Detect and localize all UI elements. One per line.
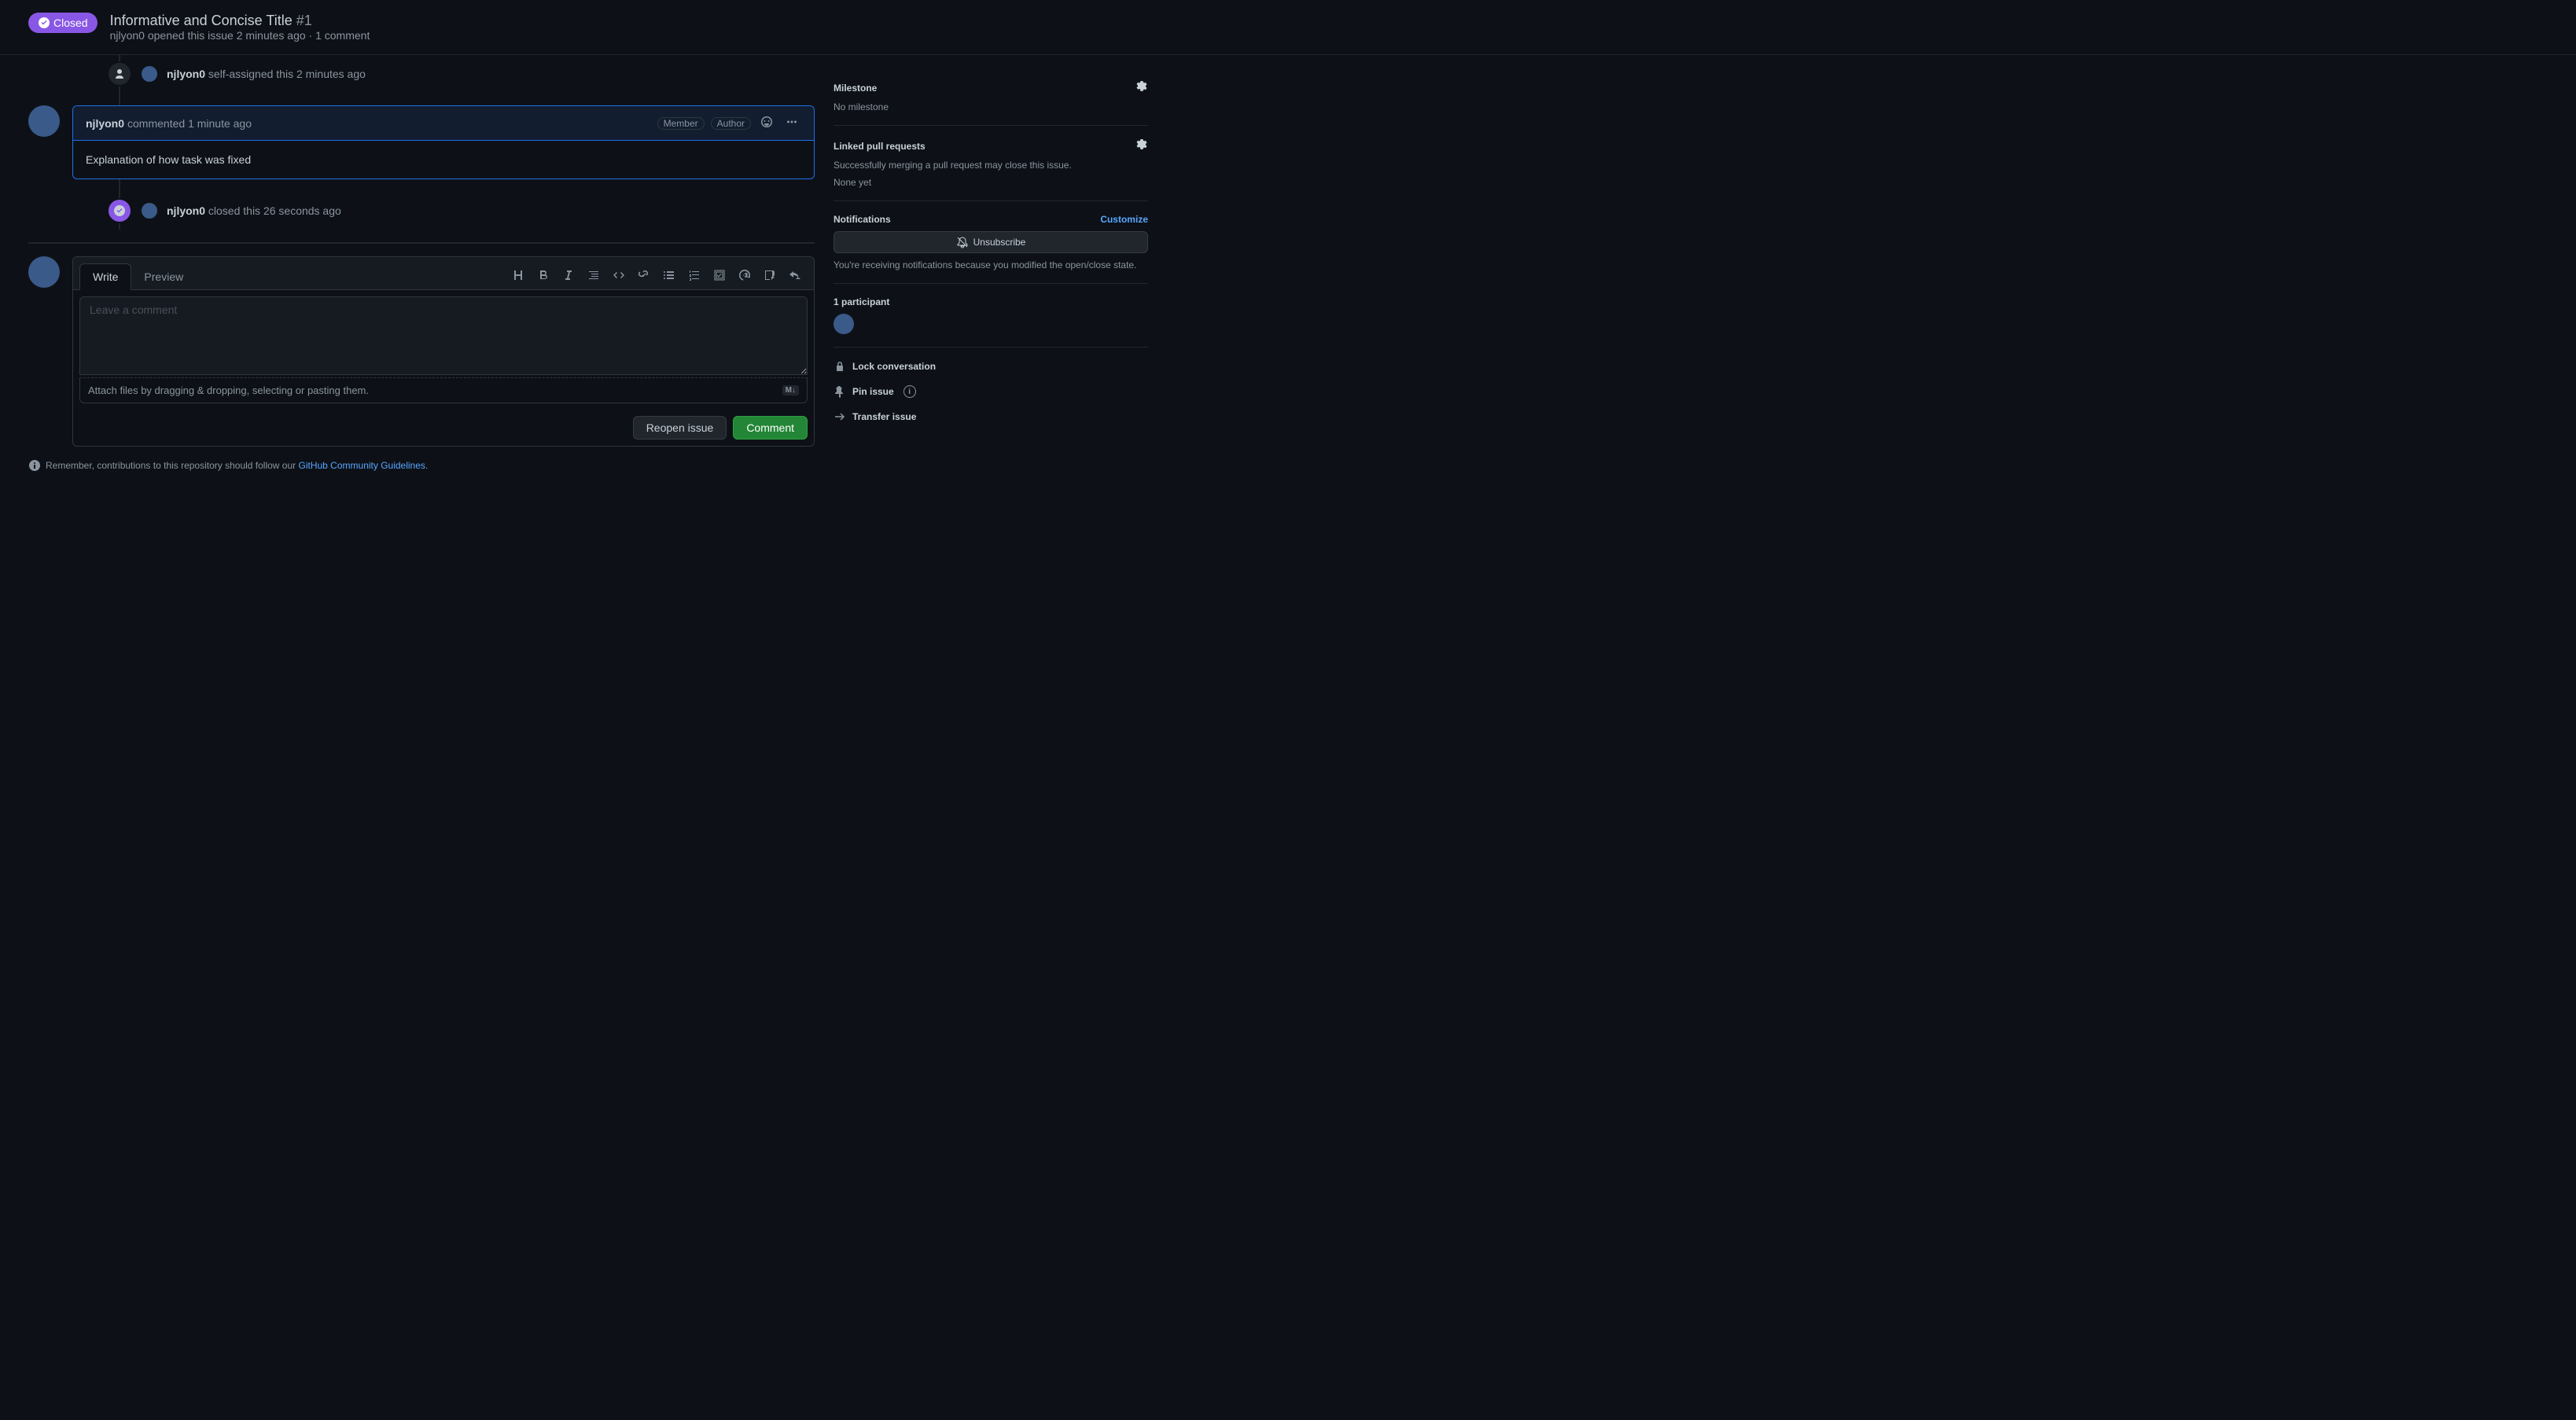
bell-slash-icon [956,236,969,248]
guidelines-link[interactable]: GitHub Community Guidelines [299,460,425,471]
issue-title: Informative and Concise Title #1 [110,13,370,29]
mention-icon[interactable] [738,269,751,284]
info-icon [28,459,41,472]
person-icon [107,61,132,86]
lock-conversation[interactable]: Lock conversation [834,354,1148,379]
timeline-assigned: njlyon0 self-assigned this 2 minutes ago [28,55,815,93]
comment-textarea[interactable] [79,296,808,375]
milestone-body: No milestone [834,101,1148,112]
code-icon[interactable] [613,269,625,284]
pin-issue[interactable]: Pin issue i [834,379,1148,404]
timeline-closed: njlyon0 closed this 26 seconds ago [28,192,815,230]
participants-title: 1 participant [834,296,889,307]
gear-icon[interactable] [1135,138,1148,153]
milestone-title[interactable]: Milestone [834,83,877,94]
markdown-icon[interactable]: M↓ [782,385,799,395]
link-icon[interactable] [638,269,650,284]
avatar[interactable] [28,256,60,288]
notifications-title: Notifications [834,214,891,225]
status-badge: Closed [28,13,98,33]
user-link[interactable]: njlyon0 [167,204,205,217]
arrow-right-icon [834,410,846,423]
unordered-list-icon[interactable] [663,269,675,284]
customize-link[interactable]: Customize [1100,214,1148,225]
issue-author-link[interactable]: njlyon0 [110,29,145,42]
comment-card: njlyon0 commented 1 minute ago Member Au… [72,105,815,179]
linked-prs-none: None yet [834,177,1148,188]
kebab-icon[interactable] [782,112,801,134]
author-badge: Author [711,117,751,130]
reference-icon[interactable] [764,269,776,284]
bold-icon[interactable] [537,269,550,284]
comment-timestamp[interactable]: 1 minute ago [188,117,252,130]
reopen-button[interactable]: Reopen issue [633,416,727,440]
avatar[interactable] [142,66,157,82]
quote-icon[interactable] [587,269,600,284]
attach-hint[interactable]: Attach files by dragging & dropping, sel… [79,377,808,403]
pin-icon [834,385,846,398]
user-link[interactable]: njlyon0 [167,68,205,80]
closed-icon [38,17,50,29]
reply-icon[interactable] [789,269,801,284]
unsubscribe-button[interactable]: Unsubscribe [834,231,1148,253]
issue-meta: njlyon0 opened this issue 2 minutes ago … [110,29,370,42]
status-text: Closed [53,17,88,29]
ordered-list-icon[interactable] [688,269,701,284]
participant-avatar[interactable] [834,314,854,334]
transfer-issue[interactable]: Transfer issue [834,404,1148,429]
italic-icon[interactable] [562,269,575,284]
heading-icon[interactable] [512,269,524,284]
member-badge: Member [657,117,705,130]
comment-author-link[interactable]: njlyon0 [86,117,124,130]
gear-icon[interactable] [1135,80,1148,95]
info-icon[interactable]: i [903,385,916,398]
notification-reason: You're receiving notifications because y… [834,259,1148,270]
emoji-icon[interactable] [757,112,776,134]
comment-button[interactable]: Comment [733,416,808,440]
avatar[interactable] [28,105,60,137]
linked-prs-title[interactable]: Linked pull requests [834,141,926,152]
tab-preview[interactable]: Preview [131,264,196,289]
comment-body: Explanation of how task was fixed [73,141,814,178]
closed-badge-icon [107,198,132,223]
task-list-icon[interactable] [713,269,726,284]
linked-prs-desc: Successfully merging a pull request may … [834,160,1148,171]
lock-icon [834,360,846,373]
compose-card: Write Preview [72,256,815,447]
issue-number: #1 [296,13,312,28]
avatar[interactable] [142,203,157,219]
guidelines: Remember, contributions to this reposito… [28,447,815,484]
tab-write[interactable]: Write [79,263,131,290]
